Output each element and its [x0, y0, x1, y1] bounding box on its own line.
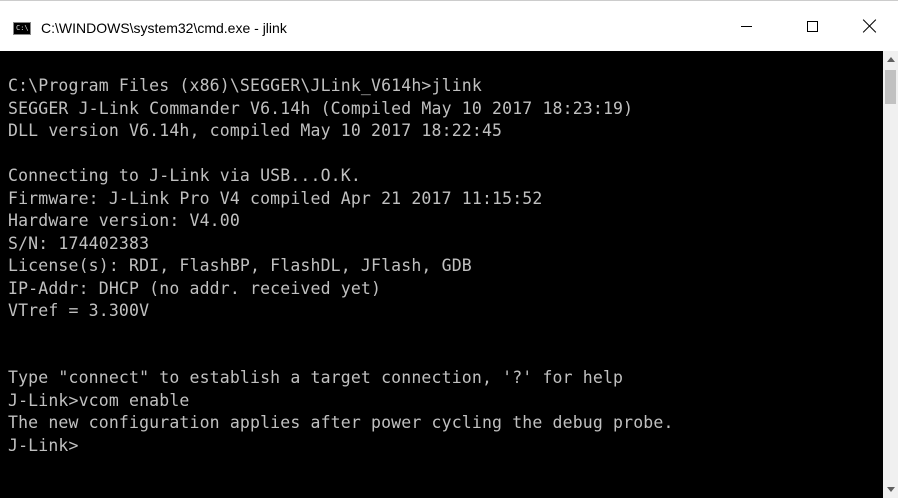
console-line: Type "connect" to establish a target con…	[8, 368, 624, 387]
console-line: Hardware version: V4.00	[8, 211, 240, 230]
cmd-icon[interactable]: C:\	[13, 22, 31, 35]
console-line: Connecting to J-Link via USB...O.K.	[8, 166, 361, 185]
chevron-down-icon	[886, 487, 895, 492]
console-line: DLL version V6.14h, compiled May 10 2017…	[8, 121, 503, 140]
title-bar[interactable]: C:\ C:\WINDOWS\system32\cmd.exe - jlink	[0, 1, 898, 51]
scrollbar-thumb[interactable]	[885, 70, 896, 104]
console-line: SEGGER J-Link Commander V6.14h (Compiled…	[8, 99, 634, 118]
scroll-down-button[interactable]	[883, 481, 898, 498]
cmd-window: C:\ C:\WINDOWS\system32\cmd.exe - jlink …	[0, 0, 898, 498]
cmd-icon-label: C:\	[16, 24, 29, 32]
minimize-icon	[740, 25, 752, 27]
console-line: IP-Addr: DHCP (no addr. received yet)	[8, 279, 382, 298]
console-line: Firmware: J-Link Pro V4 compiled Apr 21 …	[8, 189, 543, 208]
window-title: C:\WINDOWS\system32\cmd.exe - jlink	[41, 20, 287, 36]
maximize-button[interactable]	[784, 1, 840, 51]
console-output[interactable]: C:\Program Files (x86)\SEGGER\JLink_V614…	[0, 51, 883, 498]
console-line: J-Link>	[8, 436, 79, 455]
console-line: VTref = 3.300V	[8, 301, 150, 320]
console-line: J-Link>vcom enable	[8, 391, 190, 410]
vertical-scrollbar[interactable]	[883, 51, 898, 498]
minimize-button[interactable]	[718, 1, 774, 51]
maximize-icon	[806, 20, 818, 32]
close-icon	[863, 19, 877, 33]
close-button[interactable]	[842, 1, 898, 51]
console-line: C:\Program Files (x86)\SEGGER\JLink_V614…	[8, 76, 482, 95]
chevron-up-icon	[886, 57, 895, 62]
console-line: S/N: 174402383	[8, 234, 150, 253]
scroll-up-button[interactable]	[883, 51, 898, 68]
console-line: License(s): RDI, FlashBP, FlashDL, JFlas…	[8, 256, 472, 275]
console-line: The new configuration applies after powe…	[8, 413, 674, 432]
